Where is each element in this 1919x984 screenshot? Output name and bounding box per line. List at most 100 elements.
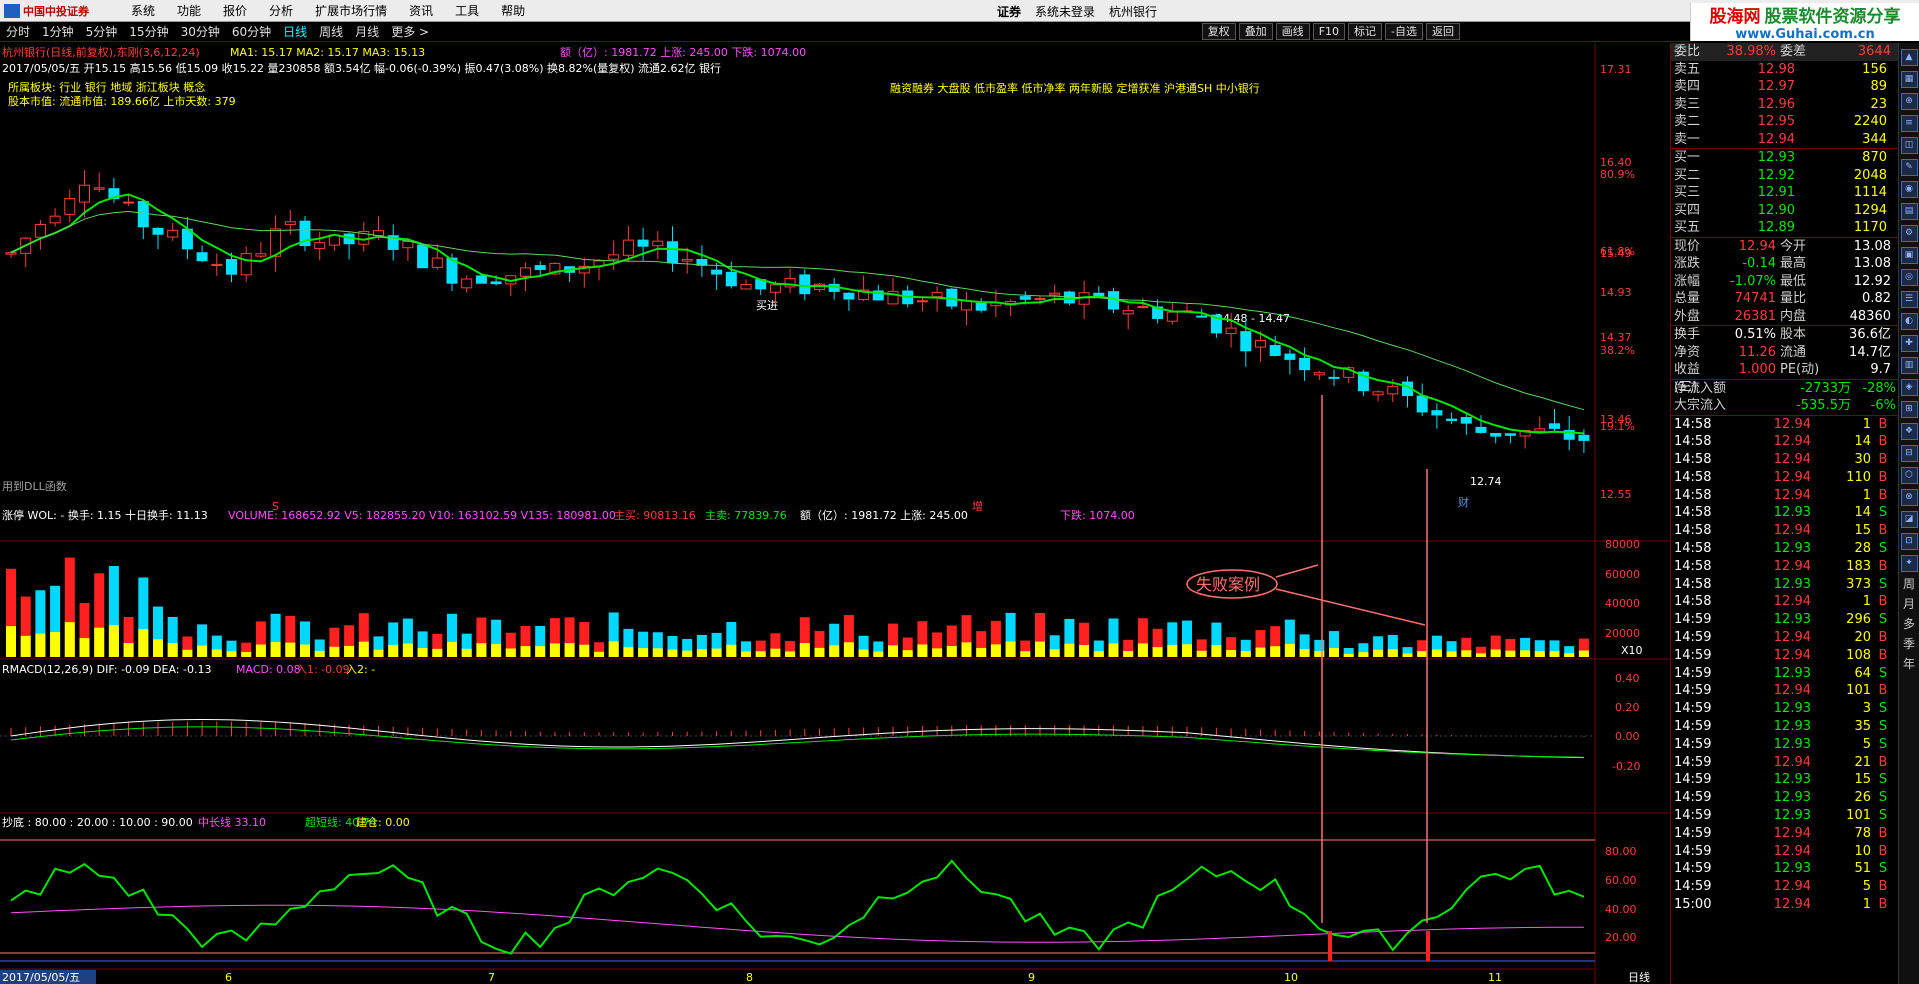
candle-body [1137, 306, 1149, 309]
tool-icon-13[interactable]: ◐ [1900, 313, 1918, 330]
tool-icon-1[interactable]: ▲ [1900, 49, 1918, 66]
mark-button[interactable]: 标记 [1348, 23, 1383, 40]
tool-icon-20[interactable]: ⬡ [1900, 467, 1918, 484]
period-1min[interactable]: 1分钟 [36, 23, 80, 40]
tick-row[interactable]: 14:59 12.94 5 B [1671, 878, 1898, 896]
tick-row[interactable]: 14:59 12.94 78 B [1671, 825, 1898, 843]
tool-icon-23[interactable]: ⊡ [1900, 533, 1918, 550]
tick-row[interactable]: 14:59 12.93 5 S [1671, 736, 1898, 754]
chart-area[interactable]: 杭州银行(日线,前复权),东刚(3,6,12,24) MA1: 15.17 MA… [0, 43, 1670, 984]
tick-row[interactable]: 14:59 12.94 108 B [1671, 647, 1898, 665]
tick-row[interactable]: 14:59 12.94 10 B [1671, 843, 1898, 861]
tool-icon-21[interactable]: ⊗ [1900, 489, 1918, 506]
ad-banner[interactable]: 股海网 股票软件资源分享 www.Guhai.com.cn [1690, 3, 1919, 42]
menu-extended-market[interactable]: 扩展市场行情 [304, 2, 398, 19]
tick-row[interactable]: 14:58 12.93 14 S [1671, 504, 1898, 522]
volume-bar-inner [402, 643, 413, 657]
menu-quote[interactable]: 报价 [212, 2, 258, 19]
tool-icon-2[interactable]: ▦ [1900, 71, 1918, 88]
weibi-row: 委比 38.98% 委差 3644 [1671, 43, 1898, 61]
tick-row[interactable]: 14:59 12.93 26 S [1671, 789, 1898, 807]
tool-icon-12[interactable]: ☰ [1900, 291, 1918, 308]
period-week-shortcut[interactable]: 周 [1901, 577, 1918, 595]
tick-row[interactable]: 14:58 12.93 28 S [1671, 540, 1898, 558]
tick-row[interactable]: 14:58 12.94 183 B [1671, 558, 1898, 576]
stat-label: 内盘 [1780, 308, 1807, 324]
period-5min[interactable]: 5分钟 [80, 23, 124, 40]
menu-system[interactable]: 系统 [120, 2, 166, 19]
candle-body [461, 278, 473, 289]
tool-icon-22[interactable]: ◪ [1900, 511, 1918, 528]
tick-row[interactable]: 14:59 12.94 101 B [1671, 682, 1898, 700]
menu-news[interactable]: 资讯 [398, 2, 444, 19]
menu-analysis[interactable]: 分析 [258, 2, 304, 19]
menu-tools[interactable]: 工具 [444, 2, 490, 19]
menu-function[interactable]: 功能 [166, 2, 212, 19]
tick-row[interactable]: 14:58 12.93 373 S [1671, 576, 1898, 594]
period-quarter-shortcut[interactable]: 季 [1901, 637, 1918, 655]
tool-icon-14[interactable]: ✚ [1900, 335, 1918, 352]
period-multi-shortcut[interactable]: 多 [1901, 617, 1918, 635]
volume-bar-inner [961, 642, 972, 657]
tick-row[interactable]: 14:59 12.93 15 S [1671, 771, 1898, 789]
tool-icon-8[interactable]: ▤ [1900, 203, 1918, 220]
candle-body [931, 291, 943, 298]
adjust-button[interactable]: 复权 [1201, 23, 1236, 40]
overlay-button[interactable]: 叠加 [1238, 23, 1273, 40]
tool-icon-4[interactable]: ≡ [1900, 115, 1918, 132]
period-weekly[interactable]: 周线 [313, 23, 349, 40]
tick-row[interactable]: 15:00 12.94 1 B [1671, 896, 1898, 914]
tool-icon-18[interactable]: ❖ [1900, 423, 1918, 440]
tick-row[interactable]: 14:58 12.94 110 B [1671, 469, 1898, 487]
draw-button[interactable]: 画线 [1275, 23, 1310, 40]
period-more[interactable]: 更多 > [385, 23, 435, 40]
tool-icon-15[interactable]: ▥ [1900, 357, 1918, 374]
tool-icon-6[interactable]: ✎ [1900, 159, 1918, 176]
tick-row[interactable]: 14:58 12.94 15 B [1671, 522, 1898, 540]
tick-row[interactable]: 14:58 12.94 14 B [1671, 433, 1898, 451]
candle-body [226, 259, 237, 275]
tool-icon-5[interactable]: ◫ [1900, 137, 1918, 154]
tick-row[interactable]: 14:58 12.94 1 B [1671, 416, 1898, 434]
tick-row[interactable]: 14:59 12.93 35 S [1671, 718, 1898, 736]
period-year-shortcut[interactable]: 年 [1901, 657, 1918, 675]
tick-row[interactable]: 14:59 12.93 51 S [1671, 860, 1898, 878]
book-row: 买一 12.93 870 [1671, 149, 1898, 167]
menu-help[interactable]: 帮助 [490, 2, 536, 19]
period-timeline[interactable]: 分时 [0, 23, 36, 40]
tick-row[interactable]: 14:59 12.93 64 S [1671, 665, 1898, 683]
tick-list[interactable]: 14:58 12.94 1 B 14:58 12.94 14 B 14:58 12.94 30 B 14… [1671, 416, 1898, 914]
tick-row[interactable]: 14:59 12.94 21 B [1671, 754, 1898, 772]
tick-row[interactable]: 14:59 12.94 20 B [1671, 629, 1898, 647]
tool-icon-24[interactable]: ✦ [1900, 555, 1918, 572]
volume-bar-inner [1137, 643, 1148, 657]
period-month-shortcut[interactable]: 月 [1901, 597, 1918, 615]
tick-row[interactable]: 14:58 12.94 1 B [1671, 593, 1898, 611]
tool-icon-3[interactable]: ⊕ [1900, 93, 1918, 110]
book-price: 12.91 [1757, 185, 1795, 200]
tool-icon-7[interactable]: ◉ [1900, 181, 1918, 198]
tick-row[interactable]: 14:59 12.93 101 S [1671, 807, 1898, 825]
tool-icon-16[interactable]: ◈ [1900, 379, 1918, 396]
tick-row[interactable]: 14:58 12.94 1 B [1671, 487, 1898, 505]
annotation-text: 失败案例 [1196, 575, 1260, 594]
tick-row[interactable]: 14:59 12.93 3 S [1671, 700, 1898, 718]
tool-icon-19[interactable]: ⊟ [1900, 445, 1918, 462]
tool-icon-9[interactable]: ⚙ [1900, 225, 1918, 242]
period-monthly[interactable]: 月线 [349, 23, 385, 40]
stat-label: 涨幅 [1674, 273, 1701, 289]
period-30min[interactable]: 30分钟 [175, 23, 226, 40]
watchlist-button[interactable]: -自选 [1385, 23, 1423, 40]
tool-icon-17[interactable]: ⊞ [1900, 401, 1918, 418]
tick-row[interactable]: 14:58 12.94 30 B [1671, 451, 1898, 469]
volume-bar-inner [182, 649, 193, 657]
tool-icon-10[interactable]: ▣ [1900, 247, 1918, 264]
f10-button[interactable]: F10 [1312, 23, 1346, 40]
tool-icon-11[interactable]: ◎ [1900, 269, 1918, 286]
tick-volume: 51 [1854, 861, 1871, 877]
period-daily[interactable]: 日线 [277, 23, 313, 40]
back-button[interactable]: 返回 [1426, 23, 1460, 40]
tick-row[interactable]: 14:59 12.93 296 S [1671, 611, 1898, 629]
period-60min[interactable]: 60分钟 [226, 23, 277, 40]
period-15min[interactable]: 15分钟 [123, 23, 174, 40]
